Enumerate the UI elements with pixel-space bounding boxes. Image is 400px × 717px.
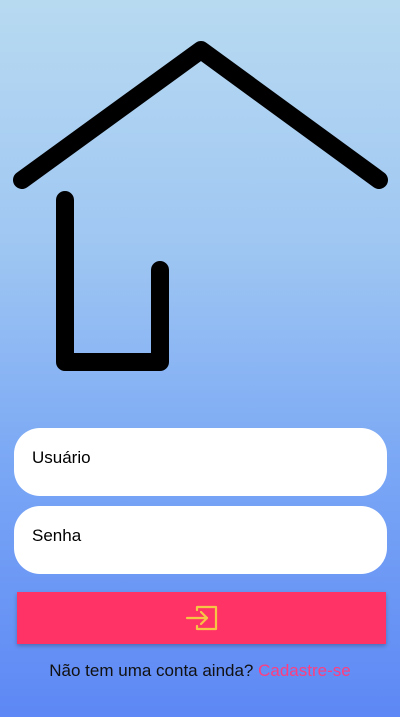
username-field[interactable] [14,428,387,496]
login-enter-icon [185,605,217,631]
signup-prompt-line: Não tem uma conta ainda? Cadastre-se [0,661,400,681]
username-input[interactable] [32,443,369,473]
password-field[interactable] [14,506,387,574]
signup-prompt-text: Não tem uma conta ainda? [49,661,254,680]
signup-link[interactable]: Cadastre-se [258,661,351,680]
house-logo-icon [13,41,388,371]
login-button[interactable] [17,592,386,644]
password-input[interactable] [32,521,369,551]
